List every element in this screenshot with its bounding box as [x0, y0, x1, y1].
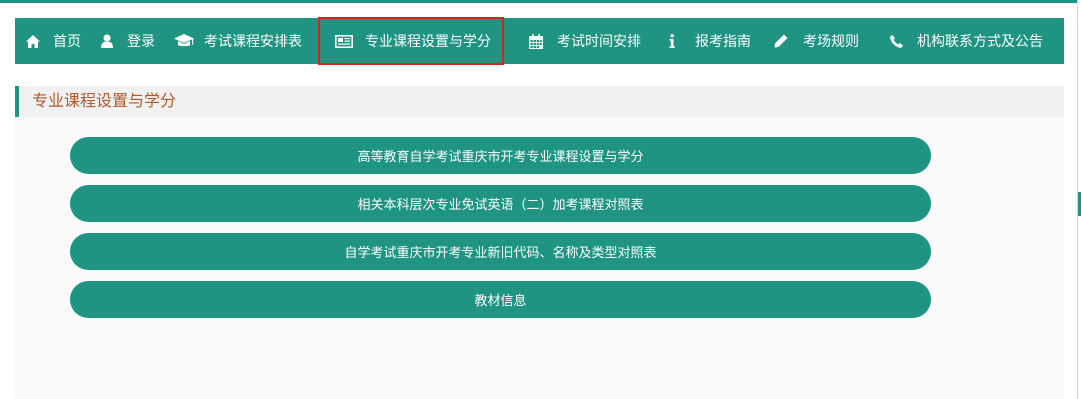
nav-item-login[interactable]: 登录 — [99, 18, 155, 64]
link-course-credits[interactable]: 高等教育自学考试重庆市开考专业课程设置与学分 — [70, 137, 931, 174]
nav-item-exam-rules[interactable]: 考场规则 — [773, 18, 859, 64]
scrollbar[interactable] — [1077, 0, 1081, 399]
newspaper-icon — [335, 33, 353, 49]
user-icon — [99, 33, 115, 49]
nav-label-contact-notice: 机构联系方式及公告 — [917, 34, 1043, 50]
main-navbar: 首页 登录 考试课程安排表 专业课程设置与学分 考试时间安排 报考指南 考场规则… — [15, 17, 1064, 65]
content-section: 专业课程设置与学分 高等教育自学考试重庆市开考专业课程设置与学分 相关本科层次专… — [15, 86, 1064, 399]
top-border — [0, 0, 1081, 3]
phone-icon — [888, 33, 904, 49]
nav-item-registration-guide[interactable]: 报考指南 — [667, 18, 751, 64]
section-header: 专业课程设置与学分 — [15, 86, 1064, 117]
link-english-exemption[interactable]: 相关本科层次专业免试英语（二）加考课程对照表 — [70, 185, 931, 222]
nav-label-login: 登录 — [127, 34, 155, 50]
nav-label-registration-guide: 报考指南 — [695, 34, 751, 50]
nav-label-course-credits: 专业课程设置与学分 — [365, 34, 491, 50]
link-code-comparison[interactable]: 自学考试重庆市开考专业新旧代码、名称及类型对照表 — [70, 233, 931, 270]
pencil-icon — [773, 33, 789, 49]
nav-item-exam-time[interactable]: 考试时间安排 — [528, 18, 641, 64]
nav-label-exam-schedule: 考试课程安排表 — [204, 34, 302, 50]
info-icon — [667, 33, 677, 49]
section-title: 专业课程设置与学分 — [32, 91, 177, 110]
nav-label-home: 首页 — [53, 34, 81, 50]
nav-item-course-credits[interactable]: 专业课程设置与学分 — [318, 17, 504, 65]
page: 首页 登录 考试课程安排表 专业课程设置与学分 考试时间安排 报考指南 考场规则… — [0, 0, 1081, 399]
nav-item-contact-notice[interactable]: 机构联系方式及公告 — [888, 18, 1043, 64]
graduation-cap-icon — [174, 33, 194, 49]
nav-item-home[interactable]: 首页 — [25, 18, 81, 64]
home-icon — [25, 33, 41, 49]
link-textbook-info[interactable]: 教材信息 — [70, 281, 931, 318]
calendar-icon — [528, 33, 544, 49]
nav-label-exam-time: 考试时间安排 — [557, 34, 641, 50]
nav-label-exam-rules: 考场规则 — [803, 34, 859, 50]
nav-item-exam-schedule[interactable]: 考试课程安排表 — [174, 18, 302, 64]
